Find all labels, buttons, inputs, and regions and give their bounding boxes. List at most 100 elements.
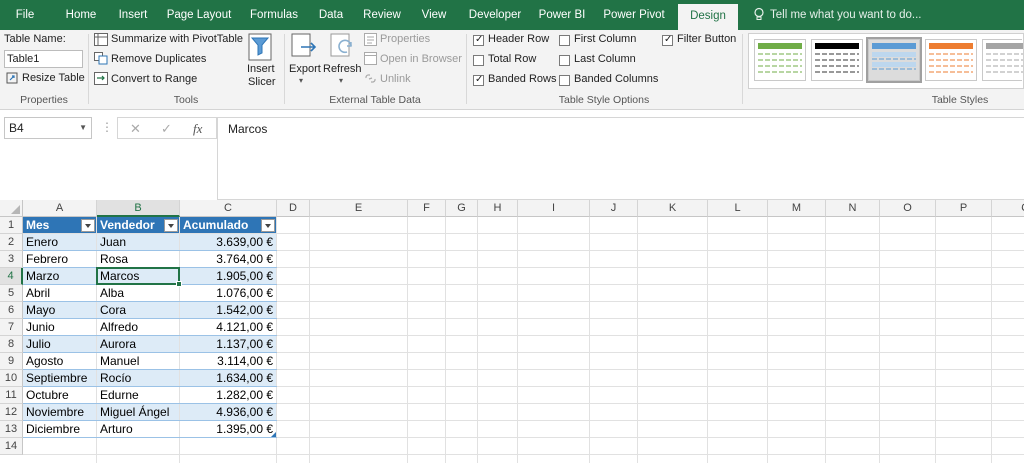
table-cell[interactable]: Manuel bbox=[97, 353, 180, 370]
enter-icon[interactable]: ✓ bbox=[161, 121, 172, 137]
table-style-swatch-orange[interactable] bbox=[925, 39, 977, 81]
column-header-q[interactable]: Q bbox=[992, 200, 1024, 217]
row-header-11[interactable]: 11 bbox=[0, 387, 23, 404]
table-cell[interactable]: Juan bbox=[97, 234, 180, 251]
table-cell[interactable]: 3.114,00 € bbox=[180, 353, 277, 370]
table-header-cell[interactable]: Acumulado bbox=[180, 217, 261, 234]
table-cell[interactable]: Mayo bbox=[23, 302, 97, 319]
row-header-1[interactable]: 1 bbox=[0, 217, 23, 234]
column-header-d[interactable]: D bbox=[277, 200, 310, 217]
table-cell[interactable]: 1.542,00 € bbox=[180, 302, 277, 319]
table-cell[interactable]: 1.076,00 € bbox=[180, 285, 277, 302]
active-cell-selection[interactable] bbox=[96, 267, 182, 287]
table-cell[interactable]: Junio bbox=[23, 319, 97, 336]
banded-rows-checkbox[interactable]: ✓ bbox=[473, 74, 484, 86]
row-header-13[interactable]: 13 bbox=[0, 421, 23, 438]
table-cell[interactable]: Noviembre bbox=[23, 404, 97, 421]
table-cell[interactable]: 1.634,00 € bbox=[180, 370, 277, 387]
tab-review[interactable]: Review bbox=[358, 0, 406, 30]
tab-power-pivot[interactable]: Power Pivot bbox=[598, 0, 670, 30]
column-header-c[interactable]: C bbox=[180, 200, 277, 217]
table-cell[interactable]: 1.282,00 € bbox=[180, 387, 277, 404]
export-button[interactable]: Export bbox=[289, 63, 321, 75]
table-cell[interactable]: 1.395,00 € bbox=[180, 421, 277, 438]
tab-design[interactable]: Design bbox=[678, 4, 738, 30]
refresh-button[interactable]: Refresh bbox=[323, 63, 362, 75]
table-cell[interactable]: 1.905,00 € bbox=[180, 268, 277, 285]
table-styles-gallery[interactable] bbox=[748, 33, 1024, 89]
table-cell[interactable]: 3.764,00 € bbox=[180, 251, 277, 268]
table-cell[interactable]: Septiembre bbox=[23, 370, 97, 387]
chevron-down-icon[interactable]: ▼ bbox=[79, 118, 87, 138]
row-header-6[interactable]: 6 bbox=[0, 302, 23, 319]
row-header-5[interactable]: 5 bbox=[0, 285, 23, 302]
table-cell[interactable]: Agosto bbox=[23, 353, 97, 370]
table-header-cell[interactable]: Mes bbox=[23, 217, 81, 234]
table-cell[interactable]: Marzo bbox=[23, 268, 97, 285]
tab-data[interactable]: Data bbox=[312, 0, 350, 30]
first-column-checkbox[interactable] bbox=[559, 35, 570, 46]
tab-file[interactable]: File bbox=[4, 0, 46, 30]
properties-button[interactable]: Properties bbox=[380, 33, 430, 45]
table-cell[interactable]: Alba bbox=[97, 285, 180, 302]
table-cell[interactable]: 3.639,00 € bbox=[180, 234, 277, 251]
column-header-o[interactable]: O bbox=[880, 200, 936, 217]
table-cell[interactable]: Rosa bbox=[97, 251, 180, 268]
row-header-9[interactable]: 9 bbox=[0, 353, 23, 370]
convert-to-range-button[interactable]: Convert to Range bbox=[111, 73, 197, 85]
column-header-e[interactable]: E bbox=[310, 200, 408, 217]
export-dropdown-icon[interactable]: ▾ bbox=[299, 76, 303, 85]
column-header-g[interactable]: G bbox=[446, 200, 478, 217]
column-header-l[interactable]: L bbox=[708, 200, 768, 217]
table-cell[interactable]: Aurora bbox=[97, 336, 180, 353]
table-style-swatch-blue-selected[interactable] bbox=[866, 37, 922, 83]
table-cell[interactable]: Edurne bbox=[97, 387, 180, 404]
row-header-8[interactable]: 8 bbox=[0, 336, 23, 353]
filter-dropdown-button[interactable] bbox=[164, 219, 178, 232]
table-cell[interactable]: 4.121,00 € bbox=[180, 319, 277, 336]
table-cell[interactable]: Octubre bbox=[23, 387, 97, 404]
column-header-a[interactable]: A bbox=[23, 200, 97, 217]
remove-duplicates-button[interactable]: Remove Duplicates bbox=[111, 53, 206, 65]
tab-home[interactable]: Home bbox=[56, 0, 106, 30]
row-header-3[interactable]: 3 bbox=[0, 251, 23, 268]
row-header-4[interactable]: 4 bbox=[0, 268, 23, 285]
column-header-k[interactable]: K bbox=[638, 200, 708, 217]
table-cell[interactable]: Alfredo bbox=[97, 319, 180, 336]
table-cell[interactable]: Diciembre bbox=[23, 421, 97, 438]
table-style-swatch-green[interactable] bbox=[754, 39, 806, 81]
table-cell[interactable]: Enero bbox=[23, 234, 97, 251]
tab-insert[interactable]: Insert bbox=[110, 0, 156, 30]
row-header-14[interactable]: 14 bbox=[0, 438, 23, 455]
table-cell[interactable]: 4.936,00 € bbox=[180, 404, 277, 421]
tab-power-bi[interactable]: Power BI bbox=[534, 0, 590, 30]
filter-button-checkbox[interactable]: ✓ bbox=[662, 34, 673, 46]
column-header-f[interactable]: F bbox=[408, 200, 446, 217]
column-header-h[interactable]: H bbox=[478, 200, 518, 217]
table-cell[interactable]: Miguel Ángel bbox=[97, 404, 180, 421]
banded-columns-checkbox[interactable] bbox=[559, 75, 570, 86]
insert-slicer-line2[interactable]: Slicer bbox=[248, 76, 276, 88]
fill-handle[interactable] bbox=[176, 281, 182, 287]
column-header-p[interactable]: P bbox=[936, 200, 992, 217]
column-header-m[interactable]: M bbox=[768, 200, 826, 217]
row-header-12[interactable]: 12 bbox=[0, 404, 23, 421]
tab-developer[interactable]: Developer bbox=[464, 0, 526, 30]
column-header-i[interactable]: I bbox=[518, 200, 590, 217]
table-cell[interactable]: 1.137,00 € bbox=[180, 336, 277, 353]
table-cell[interactable]: Arturo bbox=[97, 421, 180, 438]
table-cell[interactable]: Julio bbox=[23, 336, 97, 353]
unlink-button[interactable]: Unlink bbox=[380, 73, 411, 85]
table-style-swatch-black[interactable] bbox=[811, 39, 863, 81]
insert-function-icon[interactable]: fx bbox=[193, 121, 202, 137]
column-header-n[interactable]: N bbox=[826, 200, 880, 217]
cancel-icon[interactable]: ✕ bbox=[130, 121, 141, 137]
name-box[interactable]: B4 ▼ bbox=[4, 117, 92, 139]
column-header-b[interactable]: B bbox=[97, 200, 180, 217]
table-resize-handle-icon[interactable] bbox=[271, 432, 276, 437]
table-cell[interactable]: Febrero bbox=[23, 251, 97, 268]
filter-dropdown-button[interactable] bbox=[261, 219, 275, 232]
table-cell[interactable]: Cora bbox=[97, 302, 180, 319]
refresh-dropdown-icon[interactable]: ▾ bbox=[339, 76, 343, 85]
row-header-7[interactable]: 7 bbox=[0, 319, 23, 336]
